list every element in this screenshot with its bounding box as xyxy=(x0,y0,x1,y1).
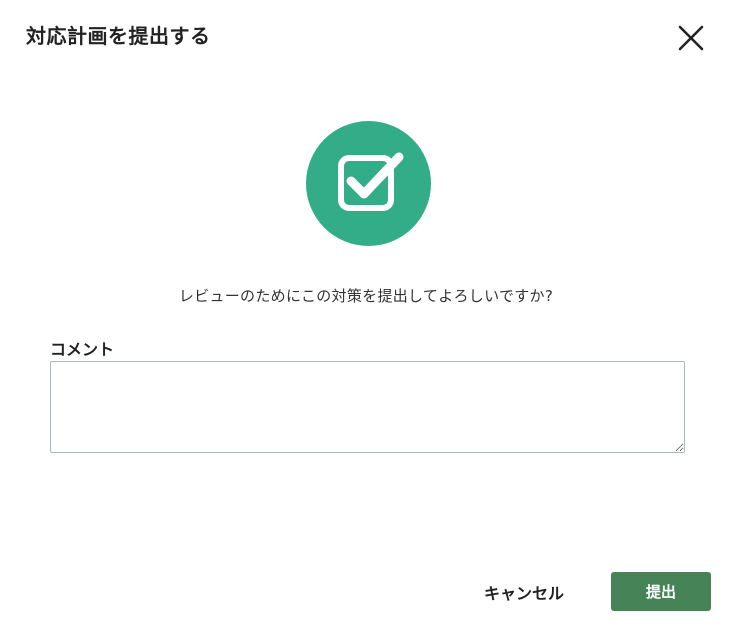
submit-response-plan-dialog: 対応計画を提出する レビューのためにこの対策を提出してよろしいですか? コメント… xyxy=(0,0,732,636)
comment-label: コメント xyxy=(50,340,115,359)
comment-field[interactable] xyxy=(50,361,685,453)
checkbox-check-icon xyxy=(306,121,431,246)
close-button[interactable] xyxy=(674,21,708,55)
cancel-button[interactable]: キャンセル xyxy=(466,572,582,611)
close-icon xyxy=(678,25,704,51)
submit-button[interactable]: 提出 xyxy=(611,572,711,611)
confirmation-message: レビューのためにこの対策を提出してよろしいですか? xyxy=(178,287,554,305)
dialog-title: 対応計画を提出する xyxy=(26,24,211,48)
